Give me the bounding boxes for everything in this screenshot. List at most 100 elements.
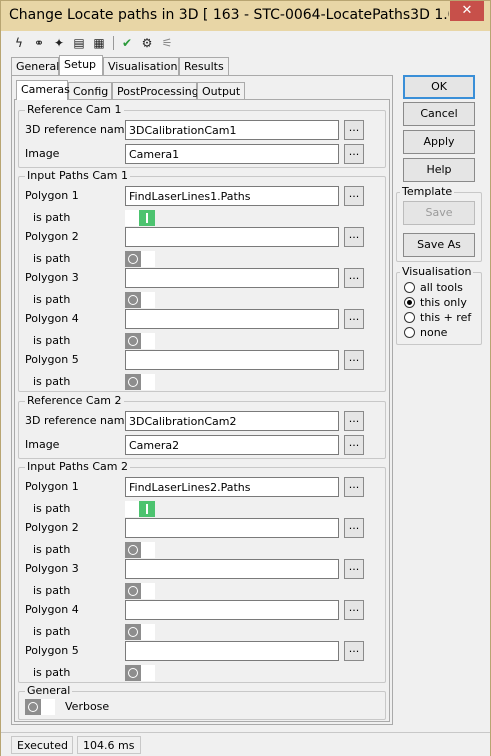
console-icon[interactable]: ▤: [71, 35, 87, 51]
is-path-toggle[interactable]: [125, 251, 155, 267]
radio-button[interactable]: [404, 282, 415, 293]
tab-output[interactable]: Output: [197, 82, 245, 100]
browse-button[interactable]: ...: [344, 641, 364, 661]
tab-results[interactable]: Results: [179, 57, 229, 75]
polygon-field[interactable]: [125, 268, 339, 288]
title-bar[interactable]: Change Locate paths in 3D [ 163 - STC-00…: [1, 1, 490, 31]
check-icon[interactable]: ✔: [119, 35, 135, 51]
radio-button[interactable]: [404, 327, 415, 338]
toggle-off-knob: [125, 665, 141, 681]
is-path-label: is path: [33, 211, 71, 224]
window-title: Change Locate paths in 3D [ 163 - STC-00…: [9, 7, 449, 23]
polygon-field[interactable]: [125, 309, 339, 329]
group-title: Visualisation: [400, 265, 474, 278]
radio-button[interactable]: [404, 312, 415, 323]
ref-name-field[interactable]: 3DCalibrationCam2: [125, 411, 339, 431]
browse-button[interactable]: ...: [344, 268, 364, 288]
ref-name-field[interactable]: 3DCalibrationCam1: [125, 120, 339, 140]
puzzle-icon[interactable]: ✦: [51, 35, 67, 51]
is-path-toggle[interactable]: [125, 292, 155, 308]
browse-button[interactable]: ...: [344, 350, 364, 370]
ref-name-label: 3D reference name: [25, 414, 132, 427]
is-path-toggle[interactable]: [125, 374, 155, 390]
warning-gear-icon[interactable]: ⚙: [139, 35, 155, 51]
polygon-label: Polygon 1: [25, 189, 79, 202]
radio-label: this only: [420, 296, 467, 309]
toolbar: ϟ ⚭ ✦ ▤ ▦ ✔ ⚙ ⚟: [9, 33, 481, 55]
radio-button[interactable]: [404, 297, 415, 308]
is-path-toggle[interactable]: [125, 333, 155, 349]
browse-button[interactable]: ...: [344, 120, 364, 140]
is-path-toggle[interactable]: [125, 624, 155, 640]
polygon-label: Polygon 2: [25, 230, 79, 243]
setup-panel: Cameras Config PostProcessing Output Ref…: [11, 75, 393, 725]
toolbar-separator: [113, 36, 114, 50]
general-group: General Verbose: [18, 684, 386, 720]
group-title: Input Paths Cam 2: [25, 460, 131, 473]
is-path-label: is path: [33, 625, 71, 638]
toggle-on-knob: [139, 210, 155, 226]
ok-button[interactable]: OK: [403, 75, 475, 99]
is-path-toggle[interactable]: [125, 210, 155, 226]
help-button[interactable]: Help: [403, 158, 475, 182]
network-icon[interactable]: ⚟: [159, 35, 175, 51]
save-as-button[interactable]: Save As: [403, 233, 475, 257]
polygon-field[interactable]: [125, 559, 339, 579]
polygon-field[interactable]: [125, 350, 339, 370]
is-path-toggle[interactable]: [125, 501, 155, 517]
input-paths-cam1-group: Input Paths Cam 1 Polygon 1 FindLaserLin…: [18, 169, 386, 392]
cancel-button[interactable]: Cancel: [403, 102, 475, 126]
image-field[interactable]: Camera1: [125, 144, 339, 164]
polygon-field[interactable]: FindLaserLines2.Paths: [125, 477, 339, 497]
polygon-field[interactable]: [125, 518, 339, 538]
is-path-toggle[interactable]: [125, 583, 155, 599]
polygon-label: Polygon 3: [25, 562, 79, 575]
tab-config[interactable]: Config: [68, 82, 112, 100]
link-icon[interactable]: ⚭: [31, 35, 47, 51]
polygon-field[interactable]: [125, 227, 339, 247]
reference-cam1-group: Reference Cam 1 3D reference name 3DCali…: [18, 103, 386, 168]
polygon-label: Polygon 4: [25, 603, 79, 616]
is-path-label: is path: [33, 543, 71, 556]
image-label: Image: [25, 147, 60, 160]
tab-visualisation[interactable]: Visualisation: [103, 57, 179, 75]
browse-button[interactable]: ...: [344, 435, 364, 455]
toggle-off-knob: [125, 542, 141, 558]
is-path-label: is path: [33, 334, 71, 347]
group-title: Reference Cam 2: [25, 394, 124, 407]
toggle-off-knob: [125, 583, 141, 599]
browse-button[interactable]: ...: [344, 186, 364, 206]
main-tabs: General Setup Visualisation Results: [11, 55, 391, 75]
toggle-off-knob: [125, 251, 141, 267]
tab-postprocessing[interactable]: PostProcessing: [112, 82, 199, 100]
image-label: Image: [25, 438, 60, 451]
apply-button[interactable]: Apply: [403, 130, 475, 154]
browse-button[interactable]: ...: [344, 600, 364, 620]
tab-setup[interactable]: Setup: [59, 55, 103, 75]
browse-button[interactable]: ...: [344, 227, 364, 247]
browse-button[interactable]: ...: [344, 144, 364, 164]
verbose-toggle[interactable]: [25, 699, 55, 715]
browse-button[interactable]: ...: [344, 477, 364, 497]
is-path-toggle[interactable]: [125, 542, 155, 558]
polygon-field[interactable]: [125, 600, 339, 620]
lightning-icon[interactable]: ϟ: [11, 35, 27, 51]
polygon-field[interactable]: FindLaserLines1.Paths: [125, 186, 339, 206]
radio-label: all tools: [420, 281, 463, 294]
polygon-label: Polygon 5: [25, 353, 79, 366]
is-path-toggle[interactable]: [125, 665, 155, 681]
browse-button[interactable]: ...: [344, 411, 364, 431]
close-button[interactable]: ✕: [450, 1, 484, 21]
tab-general[interactable]: General: [11, 57, 59, 75]
browse-button[interactable]: ...: [344, 518, 364, 538]
image-field[interactable]: Camera2: [125, 435, 339, 455]
is-path-label: is path: [33, 293, 71, 306]
browse-button[interactable]: ...: [344, 559, 364, 579]
clipboard-icon[interactable]: ▦: [91, 35, 107, 51]
polygon-field[interactable]: [125, 641, 339, 661]
browse-button[interactable]: ...: [344, 309, 364, 329]
status-state: Executed: [11, 736, 73, 754]
is-path-label: is path: [33, 502, 71, 515]
save-button[interactable]: Save: [403, 201, 475, 225]
tab-cameras[interactable]: Cameras: [16, 80, 70, 100]
